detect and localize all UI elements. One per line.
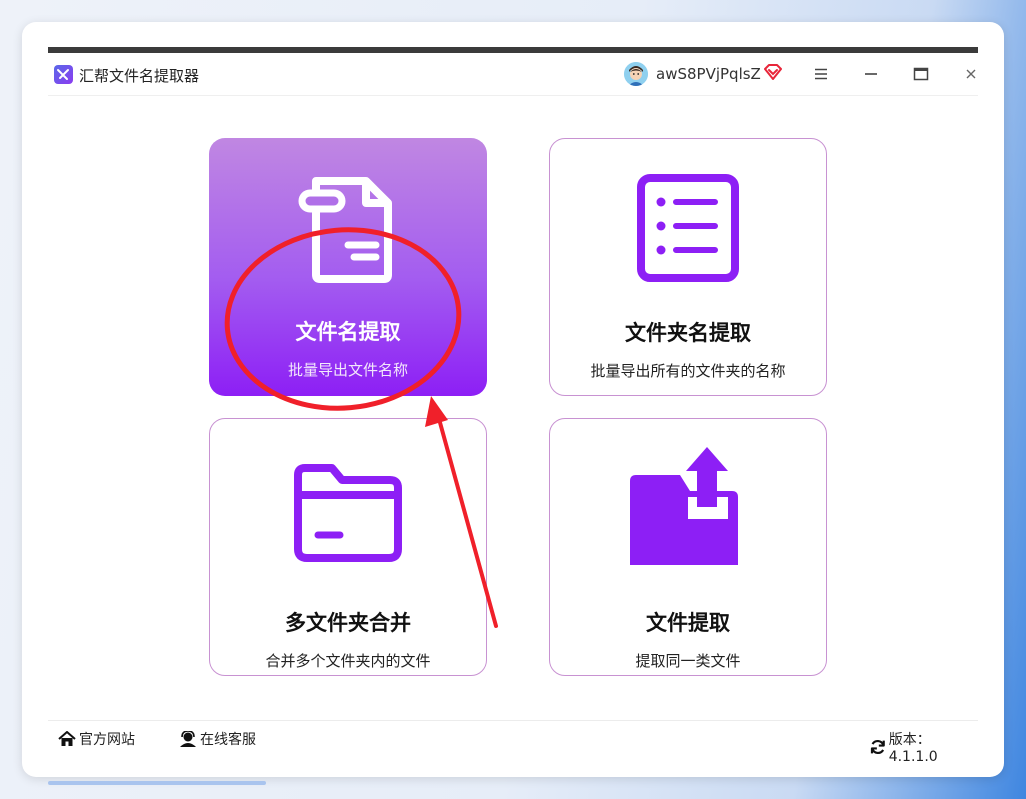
customer-service-icon [180, 731, 196, 747]
tile-title: 文件名提取 [295, 320, 401, 344]
home-icon [58, 731, 76, 746]
main-content: 文件名提取 批量导出文件名称 文件夹名提取 批量导出所有的文件夹的名称 多文件夹… [48, 96, 978, 720]
close-button[interactable] [958, 61, 984, 87]
tile-filename-extract[interactable]: 文件名提取 批量导出文件名称 [209, 138, 487, 396]
official-website-link[interactable]: 官方网站 [58, 729, 135, 749]
maximize-button[interactable] [908, 61, 934, 87]
version-info[interactable]: 版本：4.1.1.0 [870, 729, 978, 765]
folder-icon [210, 463, 486, 563]
bottom-accent-bar [48, 781, 266, 785]
hamburger-menu-icon [815, 68, 827, 80]
tile-foldername-extract[interactable]: 文件夹名提取 批量导出所有的文件夹的名称 [549, 138, 827, 396]
vip-diamond-icon[interactable] [764, 64, 782, 84]
user-avatar[interactable] [624, 62, 648, 86]
tile-subtitle: 提取同一类文件 [635, 652, 741, 670]
maximize-icon [913, 67, 929, 81]
minimize-icon [865, 73, 877, 75]
tile-title: 文件提取 [646, 611, 730, 635]
tile-subtitle: 批量导出所有的文件夹的名称 [590, 362, 786, 380]
version-label: 版本：4.1.1.0 [888, 732, 938, 765]
app-title: 汇帮文件名提取器 [79, 67, 200, 85]
tile-title: 文件夹名提取 [625, 321, 751, 345]
folder-export-icon [550, 447, 826, 571]
official-website-label: 官方网站 [79, 732, 135, 748]
file-document-icon [209, 171, 487, 283]
app-window: 汇帮文件名提取器 awS8PVjPqlsZ 文件名提取 批量导出文件名称 文件夹… [48, 53, 978, 765]
list-icon [550, 173, 826, 283]
tile-subtitle: 合并多个文件夹内的文件 [265, 652, 431, 670]
tile-multi-folder-merge[interactable]: 多文件夹合并 合并多个文件夹内的文件 [209, 418, 487, 676]
status-bar: 官方网站 在线客服 版本：4.1.1.0 [48, 720, 978, 765]
tile-title: 多文件夹合并 [285, 611, 411, 635]
tile-subtitle: 批量导出文件名称 [287, 361, 408, 379]
online-support-link[interactable]: 在线客服 [179, 729, 256, 749]
menu-button[interactable] [808, 61, 834, 87]
close-icon [966, 69, 976, 79]
app-logo-icon [54, 65, 73, 84]
username-label[interactable]: awS8PVjPqlsZ [656, 65, 761, 83]
refresh-icon [870, 740, 885, 754]
title-bar: 汇帮文件名提取器 awS8PVjPqlsZ [48, 53, 978, 96]
online-support-label: 在线客服 [200, 732, 256, 748]
tile-file-extract[interactable]: 文件提取 提取同一类文件 [549, 418, 827, 676]
red-annotation [224, 227, 498, 628]
minimize-button[interactable] [858, 61, 884, 87]
